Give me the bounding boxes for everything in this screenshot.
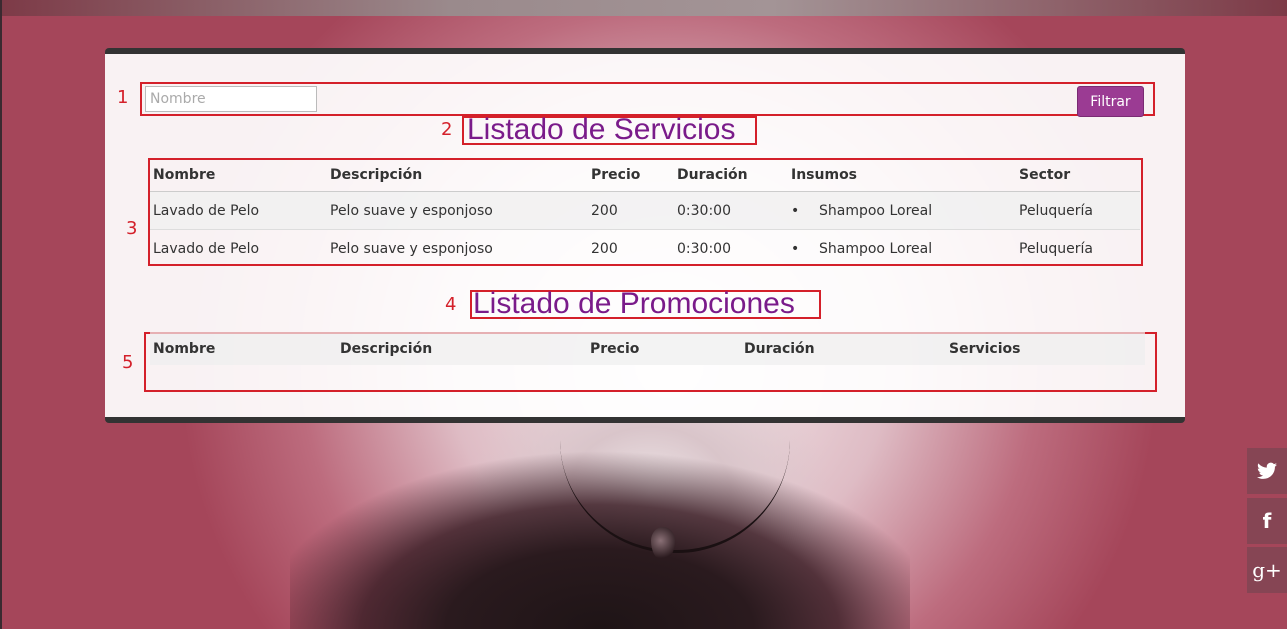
table-header-row: Nombre Descripción Precio Duración Servi… (150, 332, 1145, 365)
left-edge (0, 0, 2, 629)
google-plus-button[interactable]: g+ (1247, 547, 1287, 593)
facebook-button[interactable]: f (1247, 498, 1287, 544)
column-header-precio: Precio (591, 166, 641, 183)
column-header-nombre: Nombre (153, 166, 216, 183)
twitter-button[interactable] (1247, 448, 1287, 494)
column-header-nombre: Nombre (153, 340, 216, 357)
top-bar (0, 0, 1287, 16)
servicios-heading: Listado de Servicios (467, 113, 736, 146)
cell-precio: 200 (591, 202, 618, 219)
annotation-number-4: 4 (445, 294, 457, 315)
annotation-number-2: 2 (441, 119, 453, 140)
annotation-number-3: 3 (126, 218, 138, 239)
column-header-duracion: Duración (677, 166, 748, 183)
facebook-icon: f (1262, 509, 1272, 533)
filtrar-button[interactable]: Filtrar (1077, 86, 1144, 117)
cell-nombre: Lavado de Pelo (153, 202, 260, 219)
cell-precio: 200 (591, 240, 618, 257)
table-row: Lavado de Pelo Pelo suave y esponjoso 20… (150, 229, 1140, 268)
insumo-item: Shampoo Loreal (791, 241, 1016, 257)
cell-sector: Peluquería (1019, 202, 1093, 219)
cell-descripcion: Pelo suave y esponjoso (330, 202, 493, 219)
twitter-icon (1257, 462, 1277, 479)
column-header-insumos: Insumos (791, 166, 858, 183)
promociones-table: Nombre Descripción Precio Duración Servi… (150, 332, 1145, 365)
insumo-item: Shampoo Loreal (791, 203, 1016, 219)
table-header-row: Nombre Descripción Precio Duración Insum… (150, 158, 1140, 192)
nombre-filter-input[interactable] (145, 86, 317, 112)
annotation-number-5: 5 (122, 352, 134, 373)
annotation-number-1: 1 (117, 87, 129, 108)
column-header-descripcion: Descripción (330, 166, 423, 183)
column-header-duracion: Duración (744, 340, 815, 357)
column-header-servicios: Servicios (949, 340, 1021, 357)
table-row: Lavado de Pelo Pelo suave y esponjoso 20… (150, 191, 1140, 230)
column-header-descripcion: Descripción (340, 340, 433, 357)
cell-nombre: Lavado de Pelo (153, 240, 260, 257)
servicios-table: Nombre Descripción Precio Duración Insum… (150, 158, 1140, 267)
cell-insumos: Shampoo Loreal (788, 230, 1016, 268)
google-plus-icon: g+ (1252, 558, 1282, 582)
promociones-heading: Listado de Promociones (473, 287, 795, 320)
cell-sector: Peluquería (1019, 240, 1093, 257)
column-header-precio: Precio (590, 340, 640, 357)
cell-duracion: 0:30:00 (677, 202, 731, 219)
column-header-sector: Sector (1019, 166, 1071, 183)
cell-duracion: 0:30:00 (677, 240, 731, 257)
cell-descripcion: Pelo suave y esponjoso (330, 240, 493, 257)
cell-insumos: Shampoo Loreal (788, 192, 1016, 230)
